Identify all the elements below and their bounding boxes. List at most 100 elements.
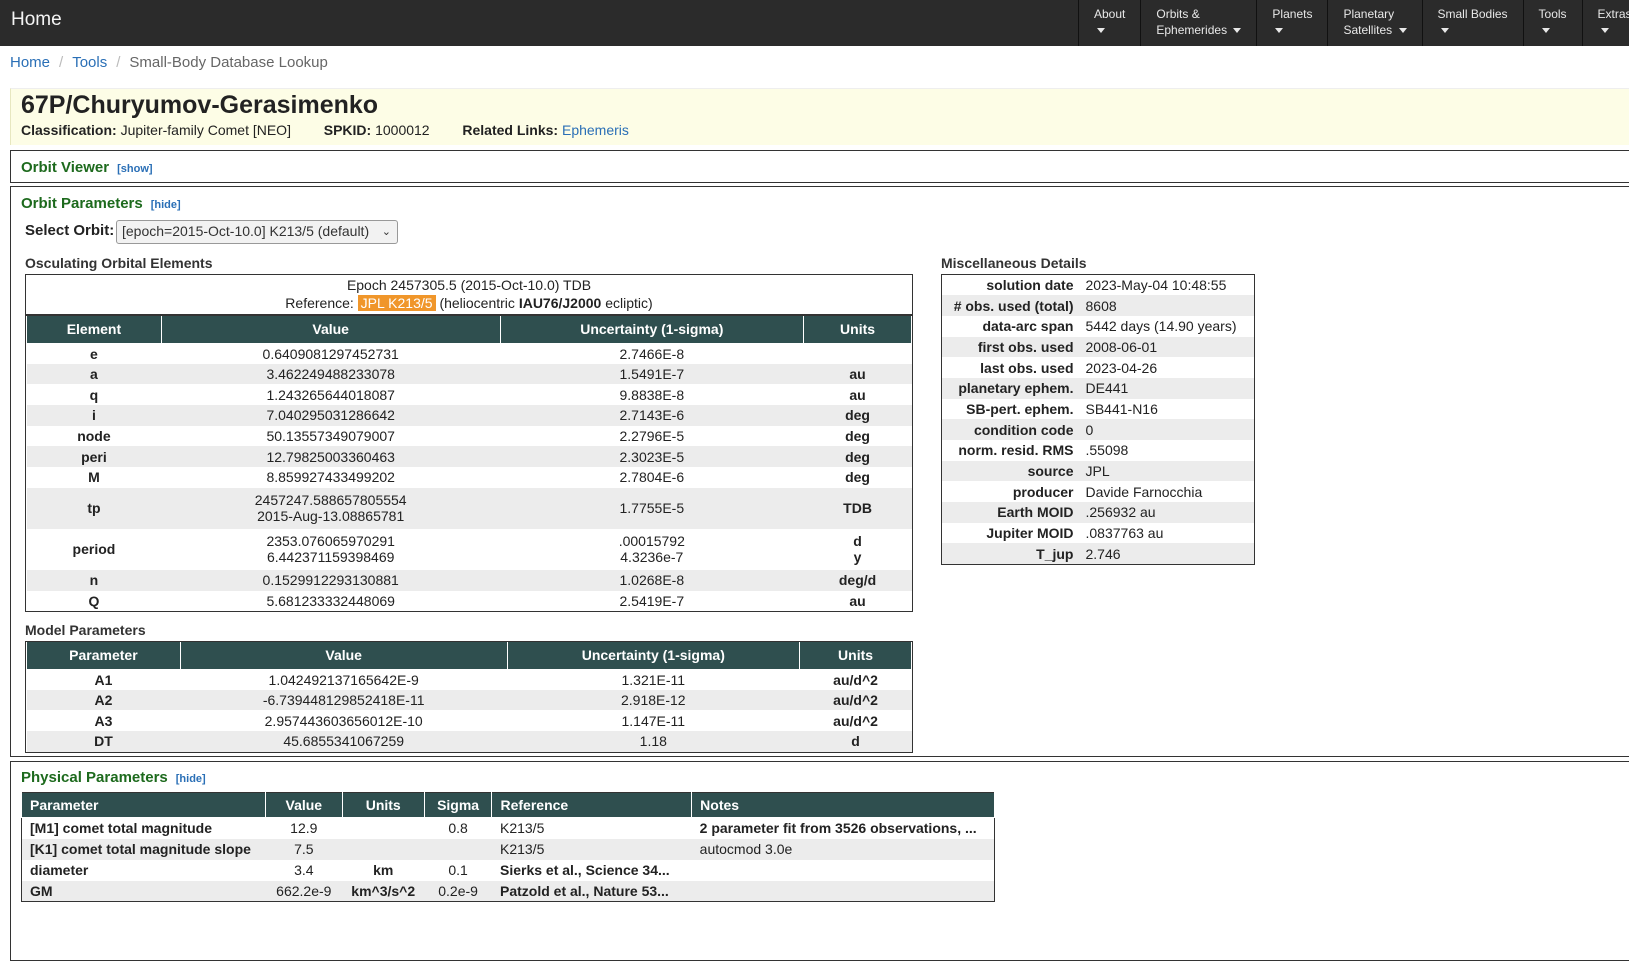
orbit-viewer-show-toggle[interactable]: [show] — [117, 163, 152, 175]
related-links-label: Related Links: — [462, 122, 559, 138]
physical-parameters-table: Parameter Value Units Sigma Reference No… — [21, 792, 995, 902]
table-row: norm. resid. RMS .55098 — [942, 440, 1255, 461]
ephemeris-link[interactable]: Ephemeris — [562, 122, 629, 138]
period-cell: .00015792 4.3236e-7 — [500, 529, 804, 570]
nav-planetary-satellites[interactable]: Planetary Satellites — [1327, 0, 1421, 46]
element-value: 3.462249488233078 — [161, 363, 501, 385]
orbit-parameters-hide-toggle[interactable]: [hide] — [151, 199, 181, 211]
table-row: node 50.13557349079007 2.2796E-5 deg — [27, 426, 912, 447]
classification-value: Jupiter-family Comet [NEO] — [120, 122, 291, 138]
select-orbit-label: Select Orbit: — [25, 222, 115, 239]
col-element: Element — [26, 316, 162, 344]
caret-down-icon — [1097, 28, 1105, 34]
misc-details-table: solution date 2023-May-04 10:48:55 # obs. … — [941, 274, 1255, 565]
table-row: planetary ephem. DE441 — [941, 377, 1255, 399]
table-row: GM 662.2e-9 km^3/s^2 0.2e-9 Patzold et al., … — [21, 880, 995, 902]
element-value: 1.243265644018087 — [266, 386, 395, 403]
object-title-panel: 67P/Churyumov-Gerasimenko Classification… — [10, 88, 1629, 145]
physical-reference: K213/5 — [499, 820, 545, 837]
physical-notes — [691, 880, 995, 902]
table-row: M 8.859927433499202 2.7804E-6 deg — [27, 467, 912, 488]
col-value: Value — [264, 792, 343, 818]
table-row: A2 -6.739448129852418E-11 2.918E-12 au/d^2 — [26, 689, 912, 711]
caret-down-icon — [1398, 28, 1407, 34]
nav-orbits-ephemerides[interactable]: Orbits & Ephemerides — [1140, 0, 1256, 46]
table-row: A3 2.957443603656012E-10 1.147E-11 au/d^2 — [27, 710, 912, 731]
breadcrumb-separator: / — [116, 54, 121, 71]
misc-value: 0 — [1081, 419, 1255, 440]
misc-value: 8608 — [1081, 295, 1255, 316]
misc-key: condition code — [941, 419, 1082, 440]
nav-tools[interactable]: Tools — [1522, 0, 1582, 46]
element-name: peri — [26, 446, 162, 468]
physical-parameter-name: GM — [21, 880, 266, 902]
table-row: period 2353.076065970291 6.442371159398469… — [27, 529, 912, 570]
col-parameter: Parameter — [21, 792, 266, 818]
period-years-uncertainty: 4.3236e-7 — [620, 549, 684, 566]
misc-value: 2.746 — [1081, 543, 1255, 565]
reference-value: JPL K213/5 — [357, 295, 436, 311]
physical-notes — [692, 860, 995, 881]
element-value: 0.1529912293130881 — [161, 569, 501, 591]
breadcrumb-tools[interactable]: Tools — [72, 54, 107, 71]
nav-satellites-label-1: Planetary — [1343, 7, 1395, 21]
element-unit: deg — [845, 428, 870, 445]
misc-value: .256932 au — [1081, 502, 1255, 523]
col-sigma: Sigma — [423, 792, 493, 818]
nav-tools-label: Tools — [1538, 7, 1567, 21]
element-unit: au — [849, 592, 866, 609]
misc-key: # obs. used (total) — [941, 295, 1082, 316]
misc-value: 2023-04-26 — [1085, 359, 1158, 376]
caret-down-icon — [1440, 28, 1449, 34]
element-value: 5.681233332448069 — [266, 592, 395, 609]
nav-extras[interactable]: Extras — [1581, 0, 1629, 46]
nav-orbits-label-1: Orbits & — [1156, 7, 1200, 21]
nav-planets-label: Planets — [1272, 7, 1313, 21]
misc-key: last obs. used — [980, 359, 1074, 376]
misc-key: T_jup — [941, 543, 1082, 565]
table-row: tp 2457247.588657805554 2015-Aug-13.088657… — [26, 487, 912, 529]
col-notes: Notes — [691, 792, 995, 818]
nav-planets[interactable]: Planets — [1256, 0, 1327, 46]
col-value: Value — [160, 316, 501, 344]
element-uncertainty: 2.3023E-5 — [500, 446, 804, 468]
parameter-value: 45.6855341067259 — [180, 731, 507, 752]
element-unit: au — [803, 363, 912, 385]
table-row: q 1.243265644018087 9.8838E-8 au — [27, 384, 912, 405]
table-row: A1 1.042492137165642E-9 1.321E-11 au/d^2 — [27, 669, 912, 690]
col-units: Units — [799, 642, 912, 670]
physical-units: km — [373, 862, 394, 878]
element-value: 8.859927433499202 — [266, 469, 395, 486]
orbit-select-dropdown[interactable]: [epoch=2015-Oct-10.0] K213/5 (default) ⌄ — [116, 220, 398, 244]
nav-about-label: About — [1094, 7, 1126, 21]
element-name: a — [26, 363, 162, 385]
misc-key: first obs. used — [941, 336, 1082, 358]
element-value: 12.79825003360463 — [161, 446, 501, 468]
misc-key: Earth MOID — [941, 502, 1082, 523]
element-unit: TDB — [803, 487, 912, 529]
element-name: q — [89, 386, 99, 403]
element-uncertainty: 2.7804E-6 — [619, 469, 685, 486]
home-link[interactable]: Home — [11, 9, 62, 31]
physical-notes: 2 parameter fit from 3526 observations, … — [699, 820, 977, 837]
orbit-parameters-heading: Orbit Parameters — [21, 195, 143, 212]
caret-down-icon — [1600, 28, 1609, 34]
physical-parameters-hide-toggle[interactable]: [hide] — [176, 773, 206, 785]
chevron-down-icon: ⌄ — [381, 226, 391, 238]
table-row: [K1] comet total magnitude slope 7.5 K213/… — [21, 838, 995, 860]
physical-parameters-title: Physical Parameters [hide] — [21, 769, 206, 786]
nav-about[interactable]: About — [1078, 0, 1140, 46]
element-name: n — [26, 569, 162, 591]
physical-notes: autocmod 3.0e — [691, 838, 995, 860]
page-title: 67P/Churyumov-Gerasimenko — [21, 91, 379, 119]
breadcrumb-home[interactable]: Home — [10, 54, 50, 71]
nav-small-bodies[interactable]: Small Bodies — [1421, 0, 1523, 46]
misc-key: SB-pert. ephem. — [966, 400, 1074, 417]
element-uncertainty: 1.0268E-8 — [500, 569, 804, 591]
col-parameter: Parameter — [26, 642, 181, 670]
misc-key: source — [941, 460, 1082, 482]
reference-frame: IAU76/J2000 — [518, 295, 602, 311]
element-uncertainty: 2.7143E-6 — [500, 405, 804, 426]
element-name: tp — [26, 487, 162, 529]
element-unit: deg — [803, 446, 912, 468]
